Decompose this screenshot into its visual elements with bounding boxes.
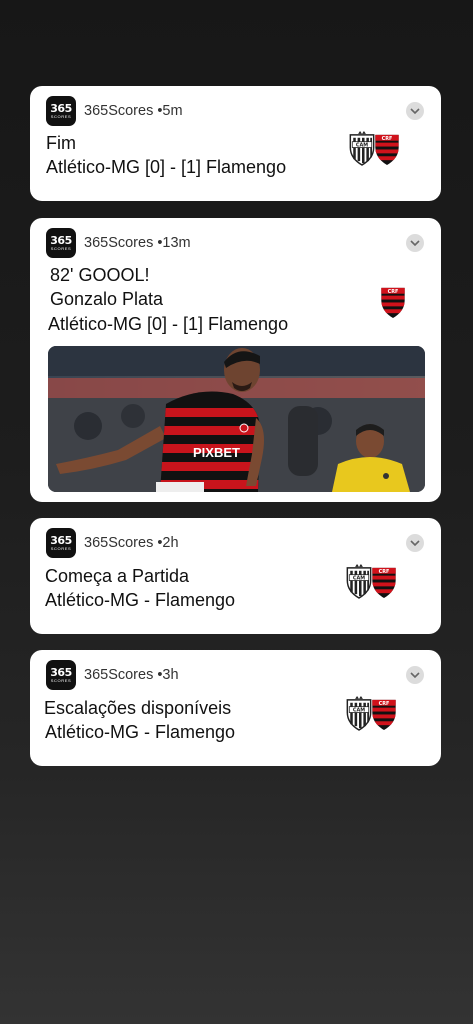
app-name: 365Scores xyxy=(84,235,154,251)
app-icon-text: 365 xyxy=(50,234,72,247)
flamengo-crest-icon xyxy=(379,283,407,319)
notification-header: 365 SCORES 365Scores • 13m xyxy=(46,228,191,258)
expand-chevron-icon[interactable] xyxy=(406,102,424,120)
app-icon-365scores: 365 SCORES xyxy=(46,660,76,690)
goal-photo[interactable]: PIXBET xyxy=(48,346,425,492)
app-name: 365Scores xyxy=(84,667,154,683)
notification-time: 2h xyxy=(162,535,179,551)
notification-body: Atlético-MG [0] - [1] Flamengo xyxy=(48,314,289,334)
app-icon-subtext: SCORES xyxy=(50,546,72,551)
notification-header: 365 SCORES 365Scores • 3h xyxy=(46,660,179,690)
notification-title: Começa a Partida xyxy=(45,566,190,586)
atletico-mg-crest-icon xyxy=(346,695,372,731)
app-icon-subtext: SCORES xyxy=(50,246,72,251)
flamengo-crest-icon xyxy=(373,130,401,166)
notification-time: 13m xyxy=(162,235,191,251)
notification-card-1[interactable]: 365 SCORES 365Scores • 5m Fim Atlético-M… xyxy=(30,86,441,201)
flamengo-crest-icon xyxy=(370,563,398,599)
notification-title: Escalações disponíveis xyxy=(44,698,232,718)
notification-title: Fim xyxy=(46,133,76,153)
app-icon-365scores: 365 SCORES xyxy=(46,96,76,126)
flamengo-crest-icon xyxy=(370,695,398,731)
notification-body: Atlético-MG [0] - [1] Flamengo xyxy=(46,157,287,177)
notification-header: 365 SCORES 365Scores • 2h xyxy=(46,528,179,558)
notification-title: 82' GOOOL! xyxy=(50,265,150,285)
app-icon-365scores: 365 SCORES xyxy=(46,528,76,558)
notification-card-3[interactable]: 365 SCORES 365Scores • 2h Começa a Parti… xyxy=(30,518,441,634)
app-name: 365Scores xyxy=(84,103,154,119)
expand-chevron-icon[interactable] xyxy=(406,234,424,252)
notification-card-2[interactable]: 365 SCORES 365Scores • 13m 82' GOOOL! Go… xyxy=(30,218,441,502)
app-icon-subtext: SCORES xyxy=(50,114,72,119)
notification-time: 3h xyxy=(162,667,179,683)
notification-scorer: Gonzalo Plata xyxy=(50,289,164,309)
atletico-mg-crest-icon xyxy=(346,563,372,599)
notification-header: 365 SCORES 365Scores • 5m xyxy=(46,96,183,126)
app-icon-365scores: 365 SCORES xyxy=(46,228,76,258)
notification-time: 5m xyxy=(162,103,183,119)
app-icon-subtext: SCORES xyxy=(50,678,72,683)
atletico-mg-crest-icon xyxy=(349,130,375,166)
app-icon-text: 365 xyxy=(50,102,72,115)
app-icon-text: 365 xyxy=(50,534,72,547)
app-icon-text: 365 xyxy=(50,666,72,679)
notification-body: Atlético-MG - Flamengo xyxy=(45,590,236,610)
expand-chevron-icon[interactable] xyxy=(406,666,424,684)
app-name: 365Scores xyxy=(84,535,154,551)
expand-chevron-icon[interactable] xyxy=(406,534,424,552)
notification-card-4[interactable]: 365 SCORES 365Scores • 3h Escalações dis… xyxy=(30,650,441,766)
notification-body: Atlético-MG - Flamengo xyxy=(45,722,236,742)
jersey-sponsor-text: PIXBET xyxy=(193,445,240,460)
